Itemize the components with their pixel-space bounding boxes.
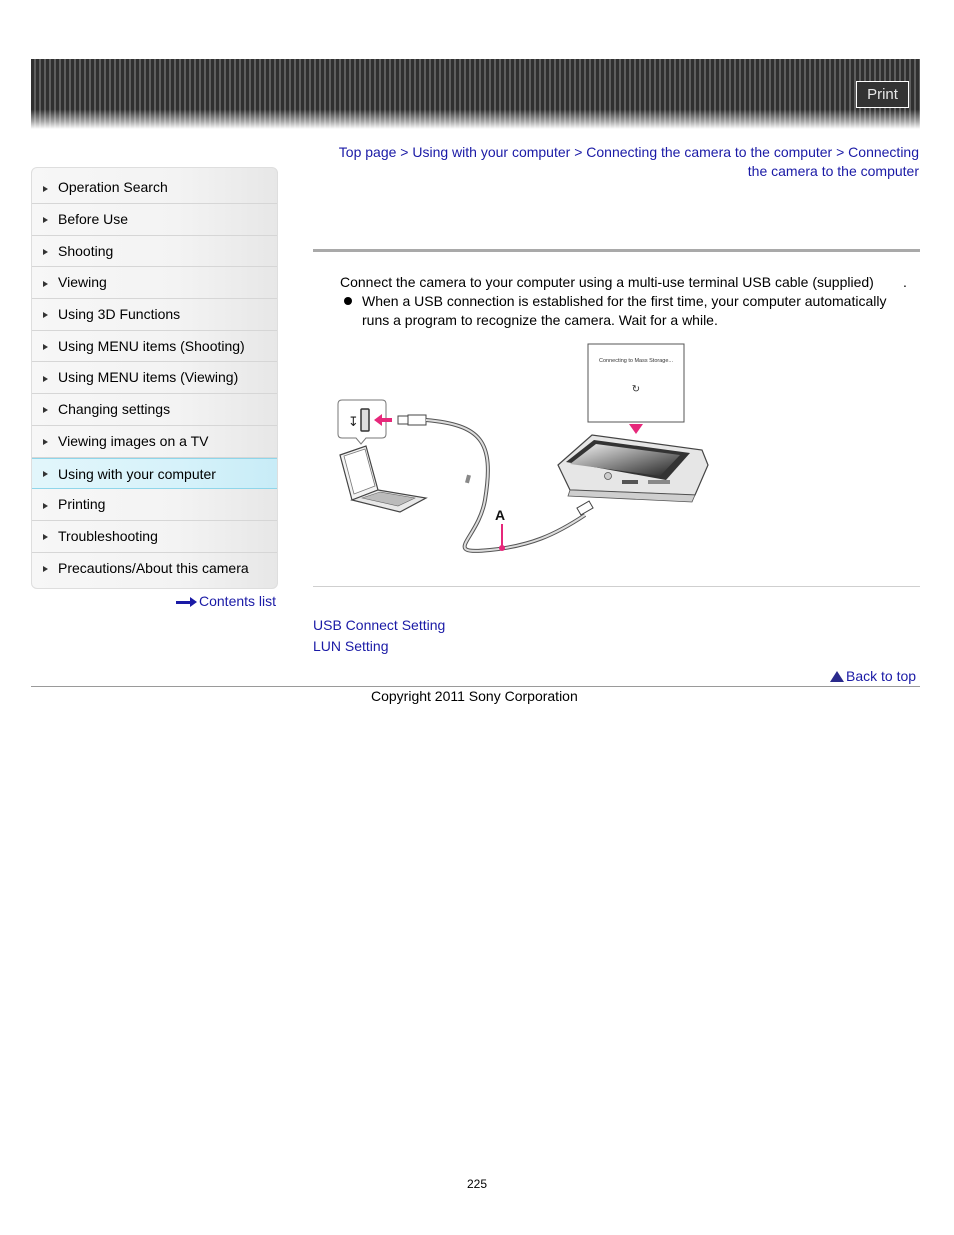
print-button[interactable]: Print bbox=[856, 81, 909, 108]
sidebar-item-menu-shooting[interactable]: Using MENU items (Shooting) bbox=[32, 331, 277, 363]
usb-plug bbox=[397, 414, 427, 426]
triangle-right-icon bbox=[43, 502, 48, 509]
sidebar-item-label: Precautions/About this camera bbox=[58, 559, 249, 576]
camera-screen-popup: Connecting to Mass Storage... ↻ bbox=[587, 343, 685, 434]
laptop-icon bbox=[339, 445, 428, 513]
popup-pointer-icon bbox=[629, 424, 643, 434]
sidebar-item-printing[interactable]: Printing bbox=[32, 489, 277, 521]
sidebar-item-label: Using MENU items (Viewing) bbox=[58, 369, 239, 386]
related-link-usb-connect-setting[interactable]: USB Connect Setting bbox=[313, 616, 445, 635]
sidebar-item-label: Changing settings bbox=[58, 401, 171, 418]
breadcrumb-separator: > bbox=[574, 144, 583, 160]
sidebar-item-label: Using MENU items (Shooting) bbox=[58, 337, 245, 354]
note-text: When a USB connection is established for… bbox=[362, 293, 887, 328]
triangle-right-icon bbox=[43, 407, 48, 414]
usb-connection-illustration: ↧ A Connecting to Mass Storage... ↻ bbox=[337, 343, 709, 553]
screen-message: Connecting to Mass Storage... bbox=[599, 358, 673, 364]
back-to-top-link[interactable]: Back to top bbox=[830, 667, 916, 686]
breadcrumb-separator: > bbox=[836, 144, 845, 160]
sidebar-item-label: Operation Search bbox=[58, 179, 168, 195]
triangle-right-icon bbox=[43, 566, 48, 573]
copyright-text: Copyright 2011 Sony Corporation bbox=[371, 688, 578, 704]
step-instruction-end: . bbox=[903, 274, 907, 290]
triangle-right-icon bbox=[43, 439, 48, 446]
triangle-right-icon bbox=[43, 185, 48, 192]
breadcrumb: Top page > Using with your computer > Co… bbox=[318, 143, 919, 181]
sidebar-item-label: Viewing images on a TV bbox=[58, 432, 209, 449]
section-divider bbox=[313, 586, 920, 587]
callout-a-label: A bbox=[495, 507, 505, 523]
triangle-right-icon bbox=[43, 375, 48, 382]
sidebar-item-label: Using 3D Functions bbox=[58, 306, 181, 323]
sidebar-item-menu-viewing[interactable]: Using MENU items (Viewing) bbox=[32, 362, 277, 395]
back-to-top-label: Back to top bbox=[846, 668, 917, 684]
usb-symbol-icon: ↧ bbox=[348, 415, 359, 430]
triangle-right-icon bbox=[43, 249, 48, 256]
sidebar-item-label: Viewing bbox=[58, 274, 107, 291]
micro-usb-plug bbox=[576, 500, 594, 516]
page-number: 225 bbox=[466, 1177, 488, 1191]
sidebar-item-label: Before Use bbox=[58, 211, 129, 227]
bullet-icon bbox=[344, 297, 352, 305]
breadcrumb-top-page[interactable]: Top page bbox=[339, 144, 397, 160]
triangle-right-icon bbox=[43, 471, 48, 478]
triangle-right-icon bbox=[43, 217, 48, 224]
triangle-up-icon bbox=[830, 671, 844, 682]
sidebar-item-viewing-tv[interactable]: Viewing images on a TV bbox=[32, 426, 277, 458]
sidebar-item-label: Using with your computer bbox=[58, 465, 216, 482]
sidebar-item-label: Shooting bbox=[58, 242, 114, 259]
sidebar-item-operation-search[interactable]: Operation Search bbox=[32, 168, 277, 204]
sidebar-item-precautions[interactable]: Precautions/About this camera bbox=[32, 553, 277, 585]
sidebar-item-before-use[interactable]: Before Use bbox=[32, 204, 277, 236]
contents-list-label: Contents list bbox=[199, 593, 277, 609]
triangle-right-icon bbox=[43, 312, 48, 319]
camera-icon bbox=[557, 434, 709, 503]
breadcrumb-separator: > bbox=[400, 144, 409, 160]
sidebar-nav: Operation Search Before Use Shooting Vie… bbox=[31, 167, 278, 589]
cable-clip bbox=[465, 474, 471, 484]
breadcrumb-using-computer[interactable]: Using with your computer bbox=[412, 144, 570, 160]
arrow-right-icon bbox=[176, 597, 198, 608]
note-bullet: When a USB connection is established for… bbox=[344, 292, 904, 330]
triangle-right-icon bbox=[43, 344, 48, 351]
triangle-right-icon bbox=[43, 280, 48, 287]
contents-list-link[interactable]: Contents list bbox=[176, 593, 276, 609]
usb-sync-icon: ↻ bbox=[632, 384, 640, 395]
sidebar-item-using-computer[interactable]: Using with your computer bbox=[32, 457, 277, 490]
sidebar-item-changing-settings[interactable]: Changing settings bbox=[32, 394, 277, 426]
sidebar-item-label: Printing bbox=[58, 496, 106, 513]
sidebar-item-shooting[interactable]: Shooting bbox=[32, 236, 277, 268]
callout-a-dot bbox=[499, 545, 505, 551]
sidebar-item-viewing[interactable]: Viewing bbox=[32, 267, 277, 300]
title-divider bbox=[313, 249, 920, 252]
step-instruction: Connect the camera to your computer usin… bbox=[340, 274, 874, 290]
breadcrumb-connecting-section[interactable]: Connecting the camera to the computer bbox=[586, 144, 832, 160]
header-banner bbox=[31, 59, 920, 129]
triangle-right-icon bbox=[43, 534, 48, 541]
sidebar-item-label: Troubleshooting bbox=[58, 527, 158, 544]
sidebar-item-3d-functions[interactable]: Using 3D Functions bbox=[32, 299, 277, 331]
related-link-lun-setting[interactable]: LUN Setting bbox=[313, 637, 388, 656]
sidebar-item-troubleshooting[interactable]: Troubleshooting bbox=[32, 521, 277, 553]
